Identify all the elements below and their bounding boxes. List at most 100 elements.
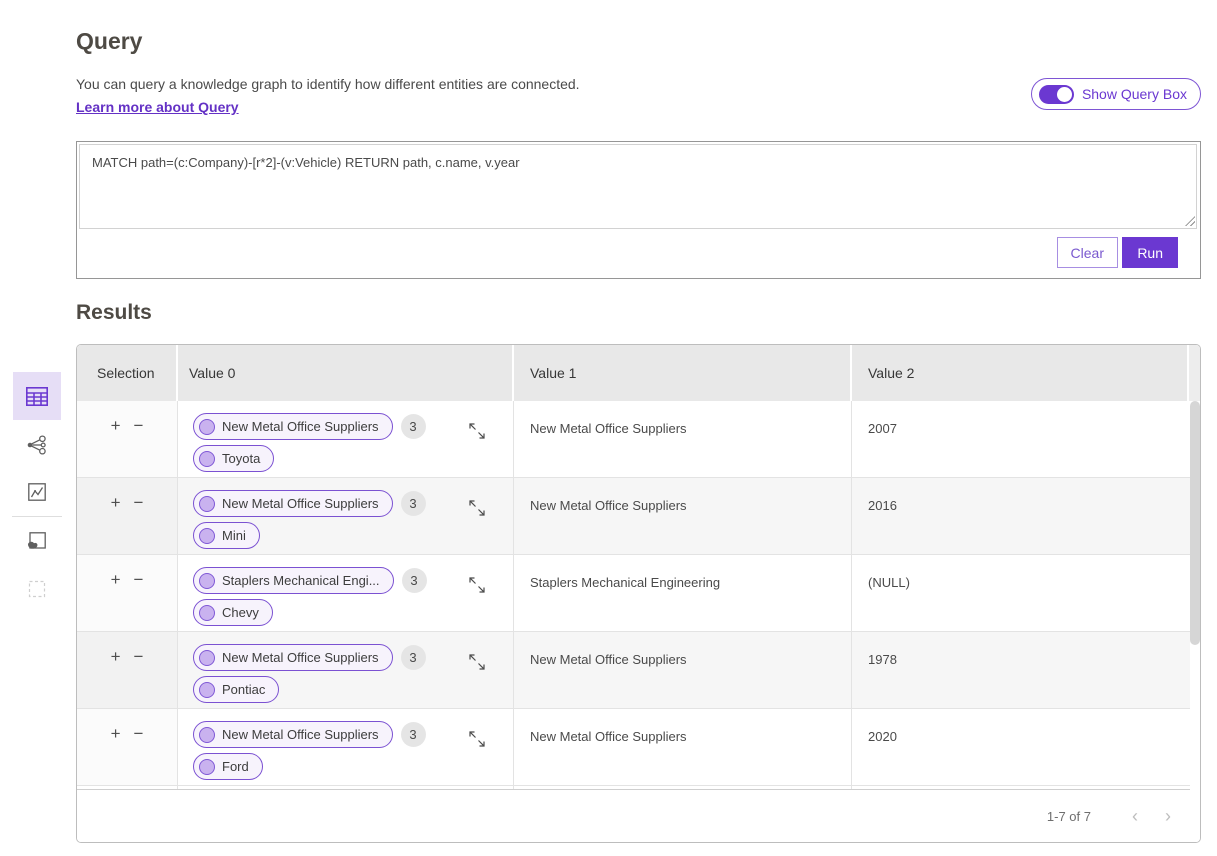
table-footer: 1-7 of 7 ‹ › (77, 789, 1200, 842)
pill-count-badge: 3 (401, 722, 426, 747)
entity-dot-icon (199, 727, 215, 743)
column-header-value2: Value 2 (852, 345, 1189, 401)
selection-cell: + − (77, 555, 178, 631)
table-header-row: Selection Value 0 Value 1 Value 2 (77, 345, 1200, 401)
add-selection-button[interactable]: + (111, 494, 121, 511)
expand-path-button[interactable] (467, 652, 487, 672)
results-title: Results (76, 301, 152, 325)
prev-page-button[interactable]: ‹ (1128, 809, 1142, 823)
value0-cell: New Metal Office Suppliers 3 Ford (178, 709, 514, 785)
entity-pill-primary[interactable]: Staplers Mechanical Engi... (193, 567, 394, 594)
expand-diagonal-icon (467, 421, 487, 441)
sidebar-item-empty-view[interactable] (25, 577, 49, 601)
sidebar-item-map-view[interactable] (25, 529, 49, 553)
table-row: + − New Metal Office Suppliers 3 Mini (77, 478, 1200, 555)
entity-dot-icon (199, 605, 215, 621)
query-input[interactable]: MATCH path=(c:Company)-[r*2]-(v:Vehicle)… (79, 144, 1197, 229)
scrollbar-header-corner (1189, 345, 1200, 401)
query-box: MATCH path=(c:Company)-[r*2]-(v:Vehicle)… (76, 141, 1201, 279)
toggle-label: Show Query Box (1082, 86, 1187, 102)
add-selection-button[interactable]: + (111, 417, 121, 434)
selection-cell: + − (77, 478, 178, 554)
selection-cell: + − (77, 632, 178, 708)
expand-path-button[interactable] (467, 729, 487, 749)
selection-cell: + − (77, 401, 178, 477)
map-icon (26, 530, 48, 552)
pill-secondary-label: Toyota (222, 451, 260, 466)
pill-count-badge: 3 (401, 491, 426, 516)
sidebar-item-table-view[interactable] (13, 372, 61, 420)
pill-primary-label: New Metal Office Suppliers (222, 496, 379, 511)
expand-path-button[interactable] (467, 498, 487, 518)
entity-pill-secondary[interactable]: Chevy (193, 599, 273, 626)
pill-primary-label: New Metal Office Suppliers (222, 727, 379, 742)
sidebar-item-link-chart-view[interactable] (25, 433, 49, 457)
value2-cell: 2007 (852, 401, 1200, 477)
entity-pill-secondary[interactable]: Pontiac (193, 676, 279, 703)
next-page-button[interactable]: › (1161, 809, 1175, 823)
remove-selection-button[interactable]: − (134, 417, 144, 434)
value1-cell: New Metal Office Suppliers (514, 709, 852, 785)
expand-diagonal-icon (467, 652, 487, 672)
entity-dot-icon (199, 528, 215, 544)
scrollbar-thumb[interactable] (1190, 401, 1200, 645)
entity-dot-icon (199, 759, 215, 775)
query-page: Query You can query a knowledge graph to… (0, 0, 1217, 856)
column-header-value1: Value 1 (514, 345, 852, 401)
sidebar-item-chart-view[interactable] (25, 480, 49, 504)
entity-pill-primary[interactable]: New Metal Office Suppliers (193, 413, 393, 440)
learn-more-link[interactable]: Learn more about Query (76, 99, 239, 115)
entity-pill-secondary[interactable]: Toyota (193, 445, 274, 472)
entity-dot-icon (199, 496, 215, 512)
add-selection-button[interactable]: + (111, 725, 121, 742)
pill-primary-label: New Metal Office Suppliers (222, 650, 379, 665)
pill-secondary-label: Pontiac (222, 682, 265, 697)
chart-icon (26, 481, 48, 503)
results-table: Selection Value 0 Value 1 Value 2 + − Ne… (76, 344, 1201, 843)
expand-diagonal-icon (467, 498, 487, 518)
toggle-switch-icon (1039, 85, 1074, 104)
pill-secondary-label: Mini (222, 528, 246, 543)
pill-primary-label: New Metal Office Suppliers (222, 419, 379, 434)
pill-count-badge: 3 (402, 568, 427, 593)
link-chart-icon (26, 434, 48, 456)
expand-path-button[interactable] (467, 421, 487, 441)
remove-selection-button[interactable]: − (134, 648, 144, 665)
add-selection-button[interactable]: + (111, 648, 121, 665)
entity-pill-secondary[interactable]: Mini (193, 522, 260, 549)
add-selection-button[interactable]: + (111, 571, 121, 588)
remove-selection-button[interactable]: − (134, 571, 144, 588)
empty-view-icon (26, 578, 48, 600)
page-description: You can query a knowledge graph to ident… (76, 76, 580, 92)
remove-selection-button[interactable]: − (134, 725, 144, 742)
value0-cell: New Metal Office Suppliers 3 Pontiac (178, 632, 514, 708)
value2-cell: 2016 (852, 478, 1200, 554)
entity-pill-primary[interactable]: New Metal Office Suppliers (193, 644, 393, 671)
expand-path-button[interactable] (467, 575, 487, 595)
entity-pill-primary[interactable]: New Metal Office Suppliers (193, 721, 393, 748)
value2-cell: 2020 (852, 709, 1200, 785)
run-button[interactable]: Run (1122, 237, 1178, 268)
value1-cell: New Metal Office Suppliers (514, 401, 852, 477)
entity-dot-icon (199, 573, 215, 589)
pill-primary-label: Staplers Mechanical Engi... (222, 573, 380, 588)
entity-pill-primary[interactable]: New Metal Office Suppliers (193, 490, 393, 517)
entity-dot-icon (199, 451, 215, 467)
table-row: + − New Metal Office Suppliers 3 Ford (77, 709, 1200, 786)
column-header-value0: Value 0 (178, 345, 514, 401)
pill-secondary-label: Ford (222, 759, 249, 774)
table-row: + − Staplers Mechanical Engi... 3 Chevy (77, 555, 1200, 632)
pill-secondary-label: Chevy (222, 605, 259, 620)
pill-count-badge: 3 (401, 645, 426, 670)
show-query-box-toggle[interactable]: Show Query Box (1031, 78, 1201, 110)
value1-cell: Staplers Mechanical Engineering (514, 555, 852, 631)
entity-dot-icon (199, 650, 215, 666)
table-icon (25, 386, 49, 407)
pagination-label: 1-7 of 7 (1047, 809, 1091, 824)
remove-selection-button[interactable]: − (134, 494, 144, 511)
page-title: Query (76, 28, 142, 55)
selection-cell: + − (77, 709, 178, 785)
clear-button[interactable]: Clear (1057, 237, 1118, 268)
entity-dot-icon (199, 419, 215, 435)
entity-pill-secondary[interactable]: Ford (193, 753, 263, 780)
